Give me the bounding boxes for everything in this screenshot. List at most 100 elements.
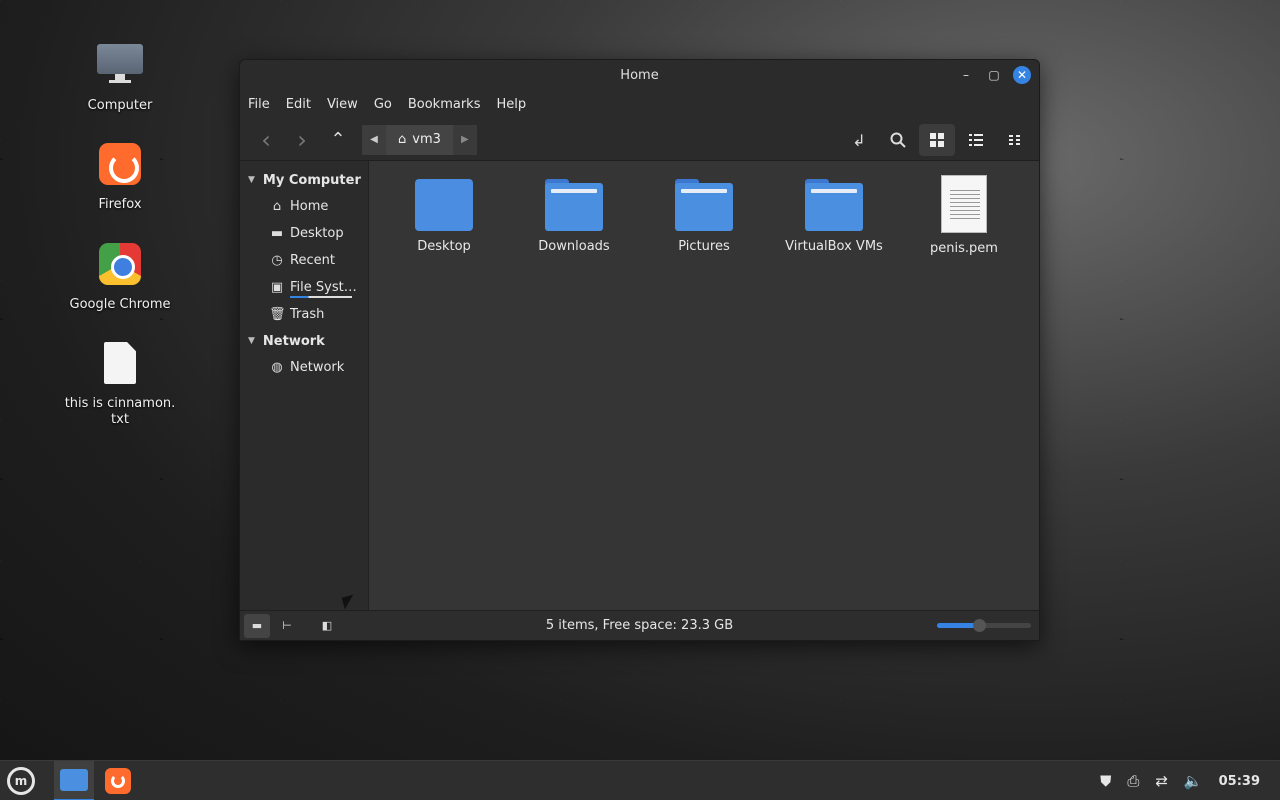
desktop-icon-label: this is cinnamon. txt (64, 396, 176, 427)
file-item-pictures[interactable]: Pictures (639, 175, 769, 256)
menu-edit[interactable]: Edit (286, 93, 321, 119)
file-name: Pictures (678, 239, 730, 254)
file-item-downloads[interactable]: Downloads (509, 175, 639, 256)
sidebar-item-label: Network (290, 360, 345, 375)
folder-icon (415, 179, 473, 231)
status-text: 5 items, Free space: 23.3 GB (545, 618, 734, 633)
clock[interactable]: 05:39 (1219, 774, 1260, 789)
sidebar-section-network[interactable]: ▼ Network (240, 328, 368, 354)
compact-view-icon[interactable] (997, 124, 1033, 156)
text-file-icon (96, 342, 144, 390)
home-icon: ⌂ (398, 132, 407, 147)
close-button[interactable]: ✕ (1013, 66, 1031, 84)
sidebar-item-network[interactable]: ◍ Network (240, 354, 368, 381)
menu-view[interactable]: View (327, 93, 368, 119)
network-icon[interactable]: ⇄ (1155, 772, 1168, 790)
zoom-knob[interactable] (973, 619, 987, 632)
volume-icon[interactable]: 🔈 (1184, 772, 1203, 790)
file-name: Desktop (417, 239, 471, 254)
sidebar-item-label: Recent (290, 253, 335, 268)
shield-icon[interactable]: ⛊ (1100, 772, 1111, 790)
firefox-icon (105, 767, 131, 794)
desktop-icon-computer[interactable]: Computer (60, 40, 180, 113)
computer-icon (96, 44, 144, 92)
toolbar: ‹ › ⌃ ◀ ⌂ vm3 ▶ ↲ (240, 119, 1039, 161)
show-tree-icon[interactable]: ⊢ (274, 614, 300, 638)
file-name: penis.pem (930, 241, 998, 256)
list-view-icon[interactable] (958, 124, 994, 156)
toggle-location-icon[interactable]: ↲ (841, 124, 877, 156)
taskbar-firefox[interactable] (98, 761, 138, 800)
taskbar: m ⛊ ⎙ ⇄ 🔈 05:39 (0, 760, 1280, 800)
sidebar-section-title: My Computer (262, 172, 361, 188)
sidebar-item-label: File Syst… (290, 280, 357, 298)
mint-menu-button[interactable]: m (4, 764, 38, 798)
up-icon[interactable]: ⌃ (320, 124, 356, 156)
desktop-icon-label: Firefox (98, 197, 142, 212)
folder-icon (545, 179, 603, 231)
breadcrumb-home[interactable]: ⌂ vm3 (386, 124, 453, 155)
file-name: Downloads (538, 239, 610, 254)
sidebar-item-home[interactable]: ⌂ Home (240, 193, 368, 220)
back-icon[interactable]: ‹ (248, 124, 284, 156)
file-item-pem[interactable]: penis.pem (899, 175, 1029, 256)
minimize-button[interactable]: – (957, 66, 975, 84)
breadcrumb-left-icon[interactable]: ◀ (362, 124, 386, 155)
firefox-icon (96, 143, 144, 191)
sidebar: ▼ My Computer ⌂ Home ▬ Desktop ◷ Recent … (240, 161, 369, 610)
desktop-icon-firefox[interactable]: Firefox (60, 140, 180, 212)
trash-icon: 🗑 (269, 307, 286, 322)
globe-icon: ◍ (271, 360, 283, 375)
folder-icon (675, 179, 733, 231)
menu-help[interactable]: Help (496, 93, 536, 119)
breadcrumb-right-icon[interactable]: ▶ (452, 124, 477, 155)
file-view[interactable]: Desktop Downloads Pictures VirtualBox VM… (369, 161, 1039, 610)
system-tray: ⛊ ⎙ ⇄ 🔈 05:39 (1100, 761, 1260, 800)
sidebar-item-label: Home (290, 199, 329, 214)
menu-bar: File Edit View Go Bookmarks Help (240, 93, 1039, 119)
sidebar-item-file-system[interactable]: ▣ File Syst… (240, 274, 368, 301)
desktop-icon-chrome[interactable]: Google Chrome (60, 240, 180, 312)
sidebar-section-title: Network (262, 333, 325, 349)
taskbar-file-manager[interactable] (54, 760, 94, 800)
hide-sidebar-icon[interactable]: ◧ (314, 614, 340, 638)
printer-icon[interactable]: ⎙ (1127, 772, 1139, 790)
sidebar-item-trash[interactable]: 🗑 Trash (240, 301, 368, 328)
window-title: Home (620, 68, 659, 83)
clock-icon: ◷ (271, 253, 283, 268)
breadcrumb-label: vm3 (412, 132, 441, 147)
desktop-icon-label: Computer (87, 98, 153, 113)
chrome-icon (96, 243, 144, 291)
sidebar-section-my-computer[interactable]: ▼ My Computer (240, 167, 368, 193)
folder-icon (805, 179, 863, 231)
sidebar-item-label: Trash (290, 307, 325, 322)
sidebar-item-label: Desktop (290, 226, 344, 241)
drive-icon: ▣ (270, 280, 284, 295)
breadcrumb: ◀ ⌂ vm3 ▶ (362, 124, 477, 155)
mint-logo-icon: m (7, 766, 35, 795)
sidebar-item-recent[interactable]: ◷ Recent (240, 247, 368, 274)
menu-file[interactable]: File (248, 93, 280, 119)
menu-bookmarks[interactable]: Bookmarks (408, 93, 491, 119)
expander-icon: ▼ (248, 175, 255, 185)
status-bar: ▬ ⊢ ◧ 5 items, Free space: 23.3 GB (240, 610, 1039, 640)
show-places-icon[interactable]: ▬ (244, 613, 270, 638)
icon-view-icon[interactable] (919, 124, 955, 156)
expander-icon: ▼ (248, 336, 255, 346)
desktop-icon-text-file[interactable]: this is cinnamon. txt (60, 340, 180, 428)
file-manager-window: Home – ▢ ✕ File Edit View Go Bookmarks H… (239, 59, 1040, 641)
title-bar[interactable]: Home – ▢ ✕ (240, 60, 1039, 93)
home-icon: ⌂ (272, 199, 282, 214)
folder-icon (60, 768, 88, 791)
maximize-button[interactable]: ▢ (985, 66, 1003, 84)
desktop-icon-label: Google Chrome (69, 297, 171, 312)
sidebar-item-desktop[interactable]: ▬ Desktop (240, 220, 368, 247)
file-item-virtualbox-vms[interactable]: VirtualBox VMs (769, 175, 899, 256)
search-icon[interactable] (880, 124, 916, 156)
zoom-slider[interactable] (937, 619, 1031, 632)
menu-go[interactable]: Go (374, 93, 402, 119)
desktop-icon: ▬ (270, 226, 284, 241)
file-item-desktop[interactable]: Desktop (379, 175, 509, 256)
forward-icon[interactable]: › (284, 124, 320, 156)
document-icon (941, 175, 987, 233)
